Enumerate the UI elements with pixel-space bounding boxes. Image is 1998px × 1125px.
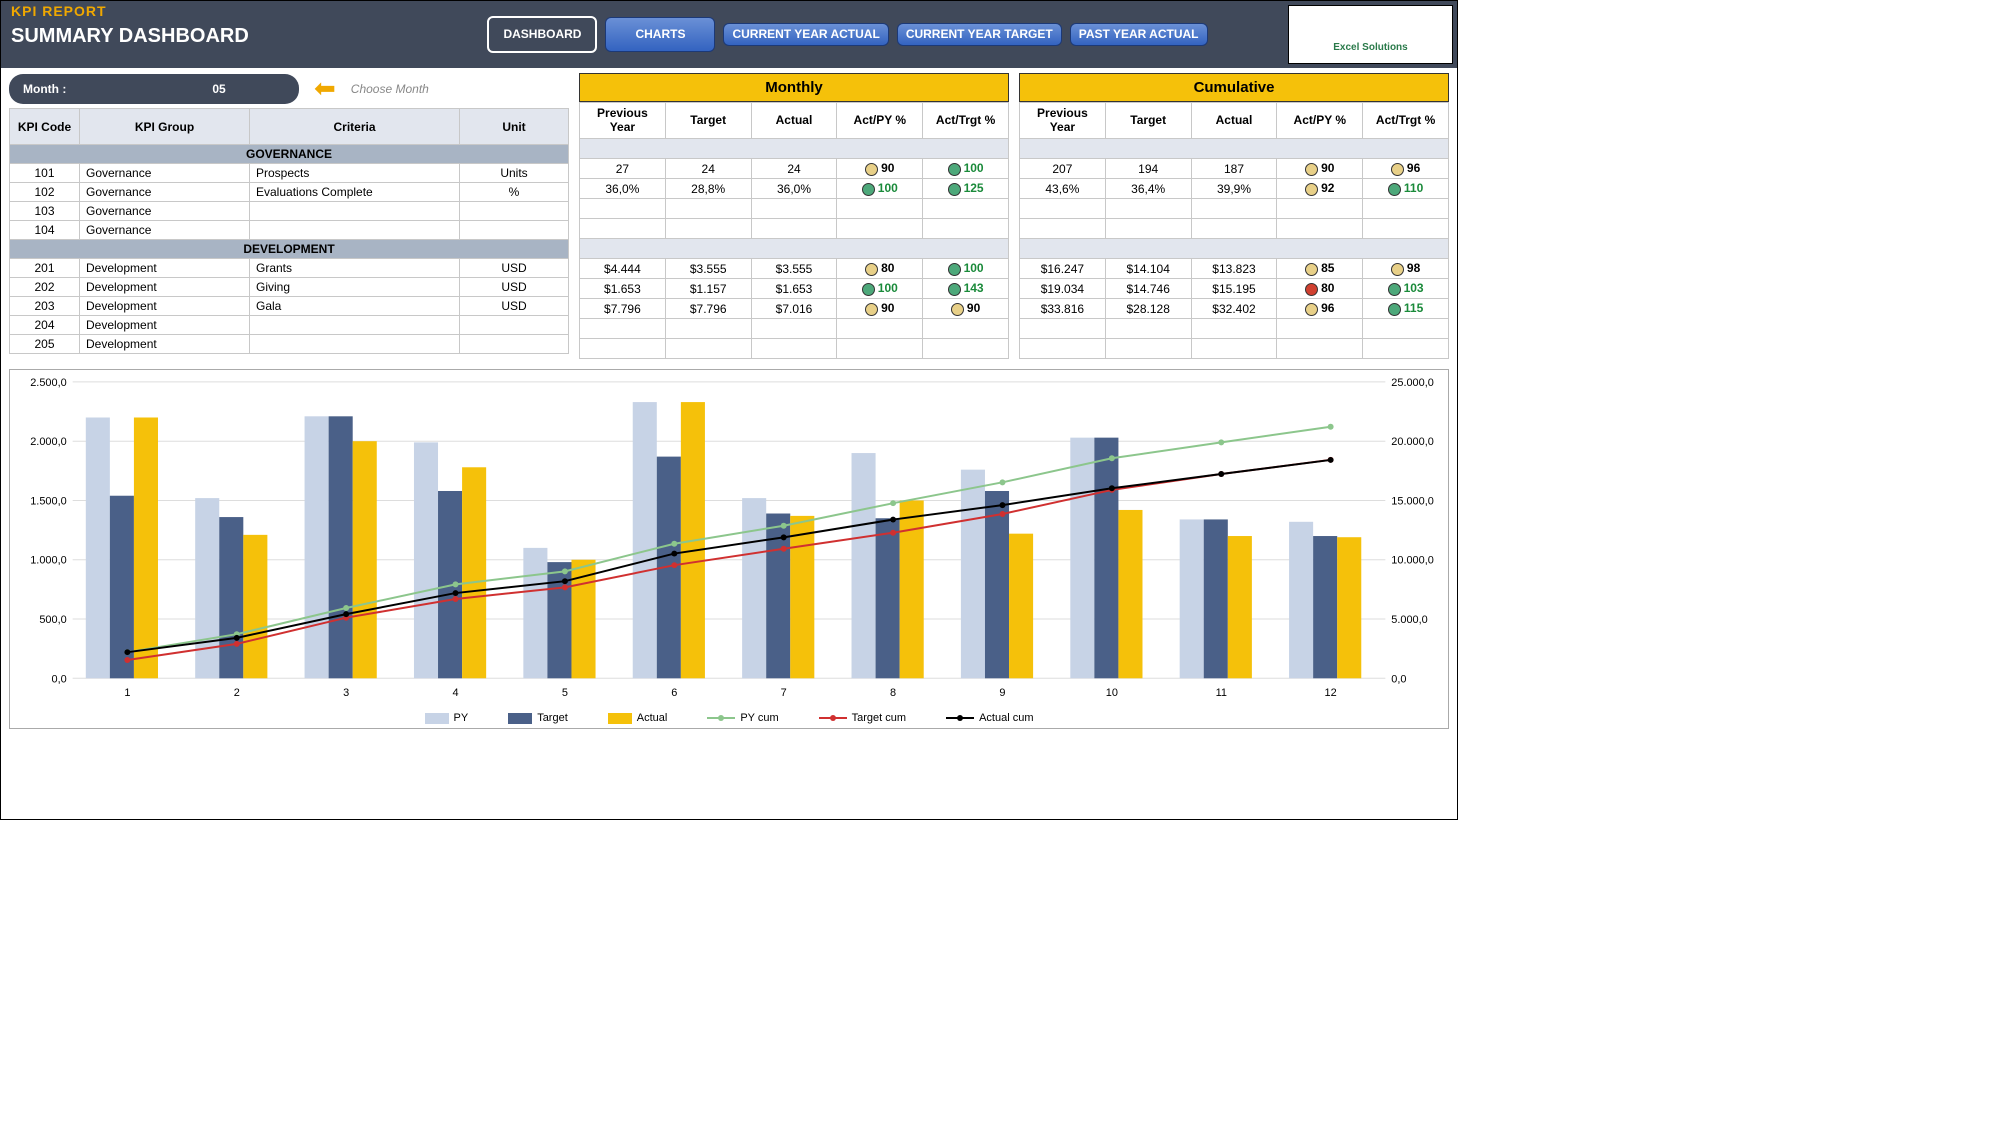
current-year-target-button[interactable]: CURRENT YEAR TARGET [897, 23, 1062, 46]
logo-sub: Excel Solutions [1333, 42, 1407, 53]
col-actpy: Act/PY % [837, 103, 923, 139]
current-year-actual-button[interactable]: CURRENT YEAR ACTUAL [723, 23, 888, 46]
table-row: $16.247$14.104$13.823 85 98 [1020, 259, 1449, 279]
section-development: DEVELOPMENT [10, 240, 569, 259]
table-row: $33.816$28.128$32.402 96 115 [1020, 299, 1449, 319]
kpi-chart: 0,0 500,0 1.000,0 1.500,0 2.000,0 2.500,0 0,0 5… [9, 369, 1449, 729]
svg-text:12: 12 [1325, 687, 1337, 699]
past-year-actual-button[interactable]: PAST YEAR ACTUAL [1070, 23, 1208, 46]
svg-text:8: 8 [890, 687, 896, 699]
table-row: 203DevelopmentGalaUSD [10, 297, 569, 316]
table-row: $19.034$14.746$15.195 80 103 [1020, 279, 1449, 299]
col-target-c: Target [1105, 103, 1191, 139]
svg-text:4: 4 [452, 687, 458, 699]
svg-text:25.000,0: 25.000,0 [1391, 377, 1434, 389]
table-row: $1.653$1.157$1.653 100 143 [580, 279, 1009, 299]
legend-target: Target [537, 712, 568, 724]
table-row: 43,6%36,4%39,9% 92 110 [1020, 179, 1449, 199]
legend-py: PY [454, 712, 469, 724]
table-row: $7.796$7.796$7.016 90 90 [580, 299, 1009, 319]
table-row: 202DevelopmentGivingUSD [10, 278, 569, 297]
svg-text:500,0: 500,0 [39, 614, 66, 626]
svg-text:6: 6 [671, 687, 677, 699]
col-unit: Unit [460, 109, 569, 145]
col-acttrgt: Act/Trgt % [923, 103, 1009, 139]
table-row: 102GovernanceEvaluations Complete% [10, 183, 569, 202]
table-row [1020, 219, 1449, 239]
svg-text:1: 1 [124, 687, 130, 699]
col-py-c: Previous Year [1020, 103, 1106, 139]
table-row: 204Development [10, 316, 569, 335]
col-py: Previous Year [580, 103, 666, 139]
table-row: 205Development [10, 335, 569, 354]
section-governance: GOVERNANCE [10, 145, 569, 164]
report-subtitle: SUMMARY DASHBOARD [11, 25, 401, 48]
col-actual: Actual [751, 103, 837, 139]
col-target: Target [665, 103, 751, 139]
kpi-table: KPI Code KPI Group Criteria Unit GOVERNA… [9, 108, 569, 354]
svg-text:9: 9 [999, 687, 1005, 699]
svg-text:7: 7 [781, 687, 787, 699]
legend-actual: Actual [637, 712, 668, 724]
table-row [1020, 319, 1449, 339]
table-row [1020, 199, 1449, 219]
chart-legend: PY Target Actual PY cum Target cum Actua… [10, 712, 1448, 724]
table-row: 201DevelopmentGrantsUSD [10, 259, 569, 278]
table-row: 101GovernanceProspectsUnits [10, 164, 569, 183]
svg-text:11: 11 [1216, 687, 1227, 699]
svg-text:10.000,0: 10.000,0 [1391, 555, 1434, 567]
month-value: 05 [139, 82, 299, 96]
table-row [580, 319, 1009, 339]
table-row [1020, 339, 1449, 359]
logo: someka Excel Solutions [1288, 5, 1453, 64]
table-row: $4.444$3.555$3.555 80 100 [580, 259, 1009, 279]
svg-text:0,0: 0,0 [1391, 673, 1406, 685]
col-acttrgt-c: Act/Trgt % [1363, 103, 1449, 139]
svg-text:20.000,0: 20.000,0 [1391, 436, 1434, 448]
svg-text:2: 2 [234, 687, 240, 699]
col-criteria: Criteria [250, 109, 460, 145]
table-row: 103Governance [10, 202, 569, 221]
svg-text:0,0: 0,0 [52, 673, 67, 685]
table-row [580, 219, 1009, 239]
svg-text:2.000,0: 2.000,0 [30, 436, 66, 448]
svg-text:3: 3 [343, 687, 349, 699]
charts-button[interactable]: CHARTS [605, 17, 715, 52]
monthly-header: Monthly [579, 73, 1009, 102]
svg-text:5: 5 [562, 687, 568, 699]
table-row: 207194187 90 96 [1020, 159, 1449, 179]
report-title: KPI REPORT [11, 3, 401, 19]
col-kpi-group: KPI Group [80, 109, 250, 145]
table-row: 36,0%28,8%36,0% 100 125 [580, 179, 1009, 199]
svg-text:10: 10 [1106, 687, 1118, 699]
table-row [580, 199, 1009, 219]
col-kpi-code: KPI Code [10, 109, 80, 145]
choose-month-hint: Choose Month [351, 82, 429, 96]
cumulative-header: Cumulative [1019, 73, 1449, 102]
legend-pycum: PY cum [740, 712, 778, 724]
header: KPI REPORT SUMMARY DASHBOARD DASHBOARD C… [1, 1, 1457, 68]
cumulative-table: Previous Year Target Actual Act/PY % Act… [1019, 102, 1449, 359]
col-actual-c: Actual [1191, 103, 1277, 139]
table-row: 104Governance [10, 221, 569, 240]
dashboard-button[interactable]: DASHBOARD [487, 16, 597, 53]
svg-text:15.000,0: 15.000,0 [1391, 495, 1434, 507]
table-row: 272424 90 100 [580, 159, 1009, 179]
monthly-table: Previous Year Target Actual Act/PY % Act… [579, 102, 1009, 359]
svg-text:1.000,0: 1.000,0 [30, 555, 66, 567]
legend-targetcum: Target cum [852, 712, 906, 724]
arrow-left-icon: ⬅ [314, 73, 336, 104]
svg-text:2.500,0: 2.500,0 [30, 377, 66, 389]
col-actpy-c: Act/PY % [1277, 103, 1363, 139]
table-row [580, 339, 1009, 359]
month-selector[interactable]: Month : 05 [9, 74, 299, 104]
logo-text: someka [1327, 16, 1415, 42]
svg-text:5.000,0: 5.000,0 [1391, 614, 1427, 626]
month-label: Month : [9, 82, 139, 96]
legend-actualcum: Actual cum [979, 712, 1033, 724]
svg-text:1.500,0: 1.500,0 [30, 495, 66, 507]
